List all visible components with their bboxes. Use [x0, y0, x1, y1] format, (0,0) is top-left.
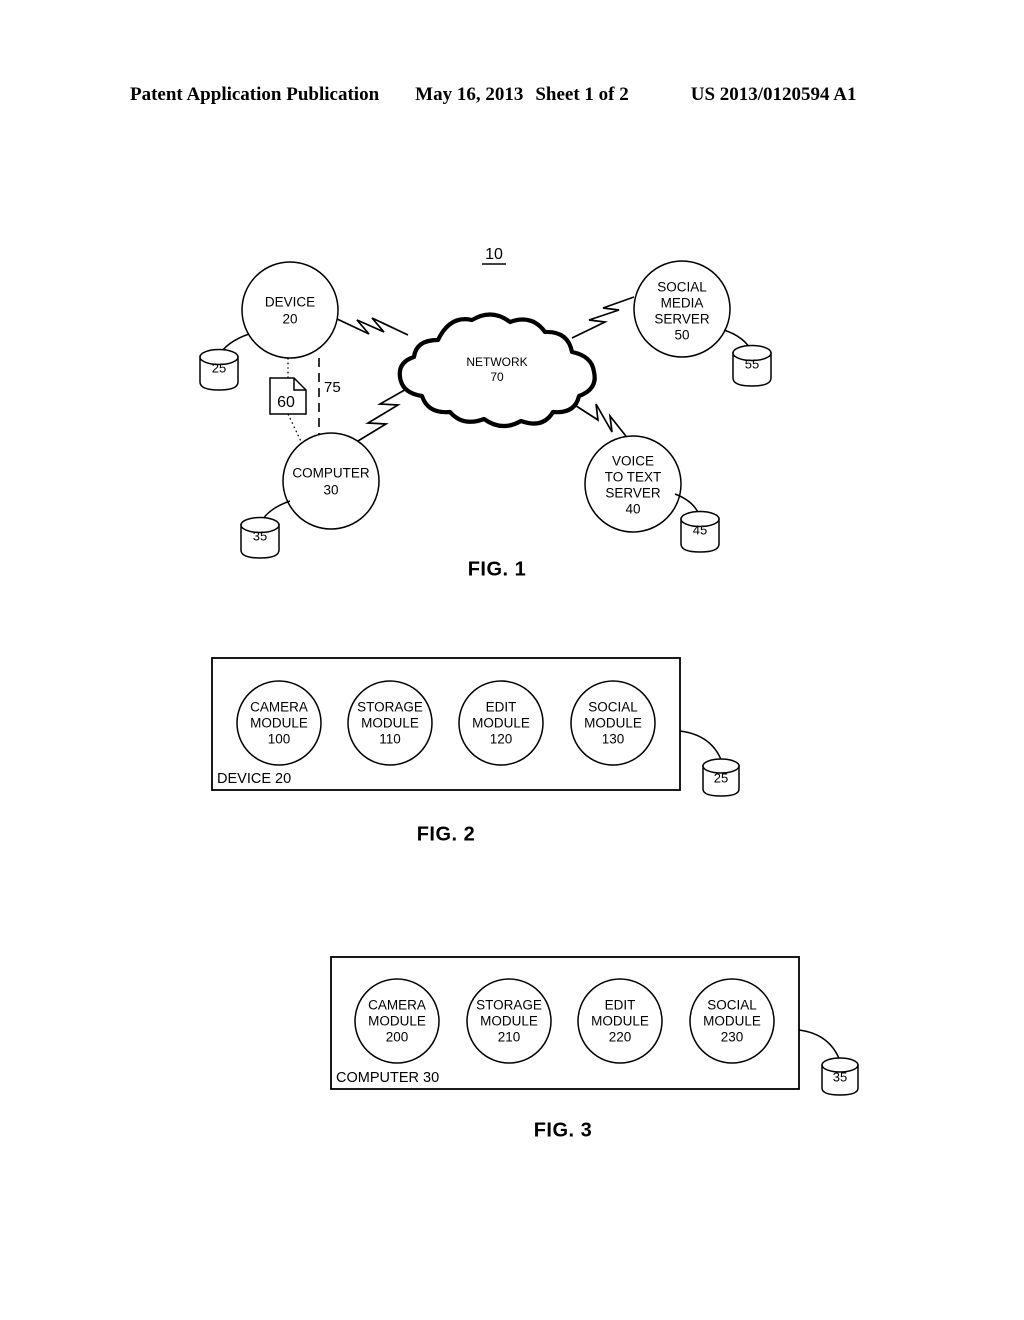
drawing-sheet: 10 75 60 DEVICE 20 25 NETWORK 70 SOCIAL … [0, 0, 1024, 1320]
figure-3-caption: FIG. 3 [534, 1119, 593, 1141]
module-edit-2-ref: 220 [609, 1030, 632, 1045]
node-social-media-server-ref: 50 [674, 328, 689, 343]
module-storage-110: STORAGE MODULE 110 [347, 680, 433, 766]
module-social-2-label-2: MODULE [703, 1014, 761, 1029]
node-social-media-server: SOCIAL MEDIA SERVER 50 [633, 260, 731, 358]
system-reference-10: 10 [482, 246, 506, 265]
document-ref-label: 60 [277, 394, 295, 411]
module-camera-100: CAMERA MODULE 100 [236, 680, 322, 766]
figure-1-caption: FIG. 1 [468, 558, 527, 580]
node-social-media-server-label-2: MEDIA [661, 296, 704, 311]
module-camera-200: CAMERA MODULE 200 [354, 978, 440, 1064]
module-edit-ref: 120 [490, 732, 513, 747]
figure-2-device-database-25: 25 [679, 730, 740, 797]
figure-1: 10 75 60 DEVICE 20 25 NETWORK 70 SOCIAL … [199, 246, 772, 580]
module-social-2-ref: 230 [721, 1030, 744, 1045]
figure-2-caption: FIG. 2 [417, 823, 476, 845]
node-device: DEVICE 20 [241, 261, 339, 359]
module-storage-ref: 110 [379, 732, 401, 747]
module-storage-label-2: MODULE [361, 716, 419, 731]
module-storage-2-ref: 210 [498, 1030, 521, 1045]
node-computer: COMPUTER 30 [282, 432, 380, 530]
node-network-cloud: NETWORK 70 [397, 312, 597, 429]
node-network-label: NETWORK [466, 355, 527, 369]
connector-device-network [334, 317, 409, 336]
device-database-25: 25 [199, 333, 250, 391]
module-social-130: SOCIAL MODULE 130 [570, 680, 656, 766]
figure-3-computer-database-35: 35 [798, 1029, 859, 1096]
voice-to-text-server-database-45: 45 [674, 493, 720, 553]
module-social-label-1: SOCIAL [588, 700, 638, 715]
module-camera-label-1: CAMERA [250, 700, 308, 715]
computer-database-label: 35 [253, 528, 267, 543]
computer-database-35: 35 [240, 500, 291, 559]
node-voice-to-text-server-label-3: SERVER [605, 486, 661, 501]
module-storage-label-1: STORAGE [357, 700, 423, 715]
module-camera-2-label-1: CAMERA [368, 998, 426, 1013]
media-file-document-60: 60 [269, 358, 307, 453]
direct-connection-label: 75 [324, 379, 341, 396]
system-ref-label: 10 [485, 246, 503, 263]
module-social-2-label-1: SOCIAL [707, 998, 757, 1013]
node-voice-to-text-server-label-1: VOICE [612, 454, 654, 469]
node-network-ref: 70 [490, 370, 504, 384]
figure-2-database-label: 25 [714, 770, 728, 785]
node-social-media-server-label-1: SOCIAL [657, 280, 707, 295]
module-edit-220: EDIT MODULE 220 [577, 978, 663, 1064]
node-computer-ref: 30 [323, 483, 338, 498]
module-edit-2-label-2: MODULE [591, 1014, 649, 1029]
module-social-label-2: MODULE [584, 716, 642, 731]
module-edit-label-1: EDIT [486, 700, 517, 715]
node-social-media-server-label-3: SERVER [654, 312, 710, 327]
device-database-label: 25 [212, 360, 226, 375]
figure-3-container-label: COMPUTER 30 [336, 1070, 439, 1086]
module-social-ref: 130 [602, 732, 625, 747]
module-camera-2-ref: 200 [386, 1030, 409, 1045]
social-media-server-database-55: 55 [723, 329, 772, 387]
module-storage-2-label-2: MODULE [480, 1014, 538, 1029]
node-computer-label: COMPUTER [292, 466, 370, 481]
module-storage-2-label-1: STORAGE [476, 998, 542, 1013]
node-voice-to-text-server-ref: 40 [625, 502, 640, 517]
module-camera-2-label-2: MODULE [368, 1014, 426, 1029]
node-voice-to-text-server-label-2: TO TEXT [605, 470, 662, 485]
node-voice-to-text-server: VOICE TO TEXT SERVER 40 [584, 435, 682, 533]
node-device-label: DEVICE [265, 295, 315, 310]
connector-computer-network [352, 386, 411, 445]
figure-2-container-label: DEVICE 20 [217, 771, 291, 787]
figure-3-database-label: 35 [833, 1069, 847, 1084]
module-camera-label-2: MODULE [250, 716, 308, 731]
module-camera-ref: 100 [268, 732, 291, 747]
connector-network-social-media-server [571, 296, 635, 339]
social-media-server-database-label: 55 [745, 356, 759, 371]
module-edit-120: EDIT MODULE 120 [458, 680, 544, 766]
figure-3: CAMERA MODULE 200 STORAGE MODULE 210 EDI… [330, 956, 859, 1141]
module-edit-label-2: MODULE [472, 716, 530, 731]
voice-to-text-server-database-label: 45 [693, 522, 707, 537]
module-storage-210: STORAGE MODULE 210 [466, 978, 552, 1064]
figure-2: CAMERA MODULE 100 STORAGE MODULE 110 EDI… [211, 657, 740, 845]
module-edit-2-label-1: EDIT [605, 998, 636, 1013]
node-device-ref: 20 [282, 312, 297, 327]
module-social-230: SOCIAL MODULE 230 [689, 978, 775, 1064]
